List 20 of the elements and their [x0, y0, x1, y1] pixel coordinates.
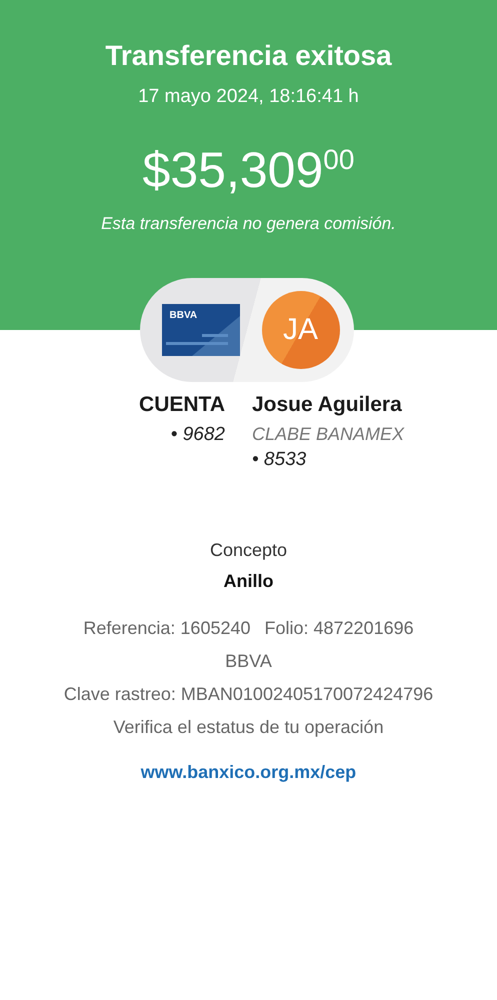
bank-name: BBVA: [225, 651, 272, 672]
recipient-name: Josue Aguilera: [252, 392, 402, 418]
origin-account: • 9682: [170, 423, 225, 447]
concept-value: Anillo: [224, 571, 274, 592]
verify-text: Verifica el estatus de tu operación: [113, 717, 384, 738]
transfer-datetime: 17 mayo 2024, 18:16:41 h: [138, 86, 359, 108]
banxico-link[interactable]: www.banxico.org.mx/cep: [140, 762, 356, 783]
commission-note: Esta transferencia no genera comisión.: [101, 214, 396, 234]
reference-number: Referencia: 1605240: [83, 618, 250, 639]
concept-label: Concepto: [210, 540, 288, 561]
page-title: Transferencia exitosa: [105, 40, 392, 72]
tracking-key: Clave rastreo: MBAN01002405170072424796: [64, 684, 434, 705]
recipient-bank: CLABE BANAMEX: [252, 423, 404, 446]
amount-cents: 00: [323, 144, 354, 176]
recipient-account: • 8533: [252, 448, 306, 472]
transfer-amount: $35,309: [142, 142, 324, 198]
card-brand: BBVA: [170, 310, 198, 321]
avatar: JA: [262, 291, 340, 369]
origin-label: CUENTA: [139, 392, 225, 418]
folio-number: Folio: 4872201696: [264, 618, 414, 639]
